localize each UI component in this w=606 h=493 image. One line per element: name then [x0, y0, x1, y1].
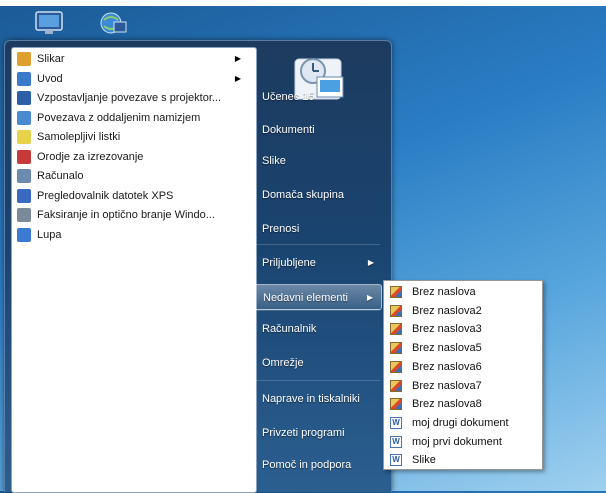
recent-item[interactable]: Brez naslova7 — [384, 377, 540, 396]
place-item[interactable]: Dokumenti — [254, 117, 382, 143]
recent-item[interactable]: Brez naslova2 — [384, 302, 540, 321]
submenu-arrow-icon: ▶ — [234, 73, 241, 83]
recent-item[interactable]: Wmoj drugi dokument — [384, 414, 540, 433]
submenu-arrow-icon: ▶ — [366, 293, 373, 302]
paint-file-icon — [390, 398, 402, 411]
place-item-label: Pomoč in podpora — [262, 459, 352, 471]
program-item[interactable]: Uvod ▶ — [11, 70, 251, 88]
paint-file-icon — [390, 304, 402, 317]
paint-file-icon — [390, 286, 402, 298]
recent-item-label: Slike — [412, 454, 436, 467]
place-item[interactable]: Slike — [254, 148, 382, 174]
place-item[interactable]: Nedavni elementi ▶ — [254, 284, 382, 310]
program-item-label: Lupa — [37, 228, 62, 241]
place-item-label: Računalnik — [262, 323, 317, 335]
place-item[interactable]: Priljubljene ▶ — [254, 250, 382, 276]
paint-file-icon — [390, 379, 402, 392]
program-item[interactable]: Faksiranje in optično branje Windo... — [11, 206, 251, 224]
recent-item-label: Brez naslova5 — [412, 342, 482, 355]
recent-item-label: moj prvi dokument — [412, 435, 502, 448]
place-item-label: Privzeti programi — [262, 427, 345, 439]
place-item-label: Slike — [262, 155, 286, 167]
place-item-label: Naprave in tiskalniki — [262, 393, 360, 405]
submenu-arrow-icon: ▶ — [367, 258, 374, 267]
recent-item[interactable]: Brez naslova8 — [384, 395, 540, 414]
separator — [254, 244, 380, 245]
program-item-label: Računalo — [37, 170, 84, 182]
submenu-arrow-icon: ▶ — [234, 54, 241, 63]
place-item[interactable]: Učenec 15 — [254, 84, 382, 110]
recent-item[interactable]: Wmoj prvi dokument — [384, 433, 540, 452]
program-item-label: Vzpostavljanje povezave s projektor... — [37, 92, 222, 104]
word-document-icon: W — [390, 454, 402, 467]
program-item[interactable]: Orodje za izrezovanje — [11, 148, 251, 166]
snipping-tool-icon — [17, 149, 31, 164]
recent-item[interactable]: W Slike — [384, 451, 540, 470]
fax-scan-icon — [17, 208, 31, 222]
separator — [254, 310, 380, 311]
projector-icon — [17, 91, 31, 105]
program-item[interactable]: Računalo — [11, 167, 251, 185]
place-item[interactable]: Računalnik — [254, 316, 382, 342]
network-desktop-icon[interactable] — [98, 10, 128, 36]
paint-file-icon — [390, 360, 402, 373]
recent-item-label: Brez naslova7 — [412, 379, 482, 392]
program-item-label: Orodje za izrezovanje — [37, 150, 144, 163]
recent-item-label: Brez naslova3 — [412, 323, 482, 336]
program-item-label: Faksiranje in optično branje Windo... — [37, 209, 215, 221]
place-item[interactable]: Domača skupina — [254, 182, 382, 208]
xps-viewer-icon — [17, 188, 31, 203]
place-item-label: Nedavni elementi — [263, 292, 348, 304]
program-item-label: Pregledovalnik datotek XPS — [37, 189, 174, 202]
program-item[interactable]: Slikar ▶ — [11, 50, 251, 68]
place-item[interactable]: Pomoč in podpora — [254, 452, 382, 478]
computer-desktop-icon[interactable] — [34, 10, 64, 36]
program-item[interactable]: Samolepljivi listki — [11, 128, 251, 146]
recent-item[interactable]: Brez naslova5 — [384, 339, 540, 358]
recent-item-label: Brez naslova2 — [412, 304, 482, 317]
recent-item-label: Brez naslova — [412, 286, 476, 298]
place-item[interactable]: Privzeti programi — [254, 420, 382, 446]
paint-file-icon — [390, 323, 402, 336]
place-item-label: Priljubljene — [262, 257, 316, 269]
recent-item-label: Brez naslova6 — [412, 360, 482, 373]
word-document-icon: W — [390, 435, 402, 448]
program-item-label: Slikar — [37, 53, 65, 65]
place-item[interactable]: Naprave in tiskalniki — [254, 386, 382, 412]
screen-top-edge — [0, 0, 606, 6]
recent-items-submenu: Brez naslova Brez naslova2 Brez naslova3 Br… — [383, 280, 543, 470]
program-item[interactable]: Pregledovalnik datotek XPS — [11, 187, 251, 205]
sticky-notes-icon — [17, 130, 31, 144]
program-item[interactable]: Lupa — [11, 226, 251, 244]
windows-icon — [17, 71, 31, 86]
paint-file-icon — [390, 342, 402, 355]
program-item-label: Uvod — [37, 72, 63, 85]
separator — [254, 380, 380, 381]
magnifier-icon — [17, 227, 31, 242]
word-document-icon: W — [390, 416, 402, 429]
program-item[interactable]: Vzpostavljanje povezave s projektor... — [11, 89, 251, 107]
calculator-icon — [17, 169, 31, 183]
paint-icon — [17, 52, 31, 66]
place-item[interactable]: Omrežje — [254, 350, 382, 376]
recent-item-label: Brez naslova8 — [412, 398, 482, 411]
place-item-label: Domača skupina — [262, 189, 344, 201]
place-item[interactable]: Prenosi — [254, 216, 382, 242]
place-item-label: Prenosi — [262, 223, 300, 235]
recent-item[interactable]: Brez naslova6 — [384, 358, 540, 377]
program-item-label: Samolepljivi listki — [37, 131, 121, 143]
recent-item-label: moj drugi dokument — [412, 416, 509, 429]
program-item-label: Povezava z oddaljenim namizjem — [37, 111, 201, 124]
program-item[interactable]: Povezava z oddaljenim namizjem — [11, 109, 251, 127]
place-item-label: Omrežje — [262, 357, 304, 369]
place-item-label: Dokumenti — [262, 124, 315, 136]
place-item-label: Učenec 15 — [262, 91, 315, 103]
recent-item[interactable]: Brez naslova3 — [384, 320, 540, 339]
remote-desktop-icon — [17, 110, 31, 125]
recent-item[interactable]: Brez naslova — [384, 283, 540, 302]
